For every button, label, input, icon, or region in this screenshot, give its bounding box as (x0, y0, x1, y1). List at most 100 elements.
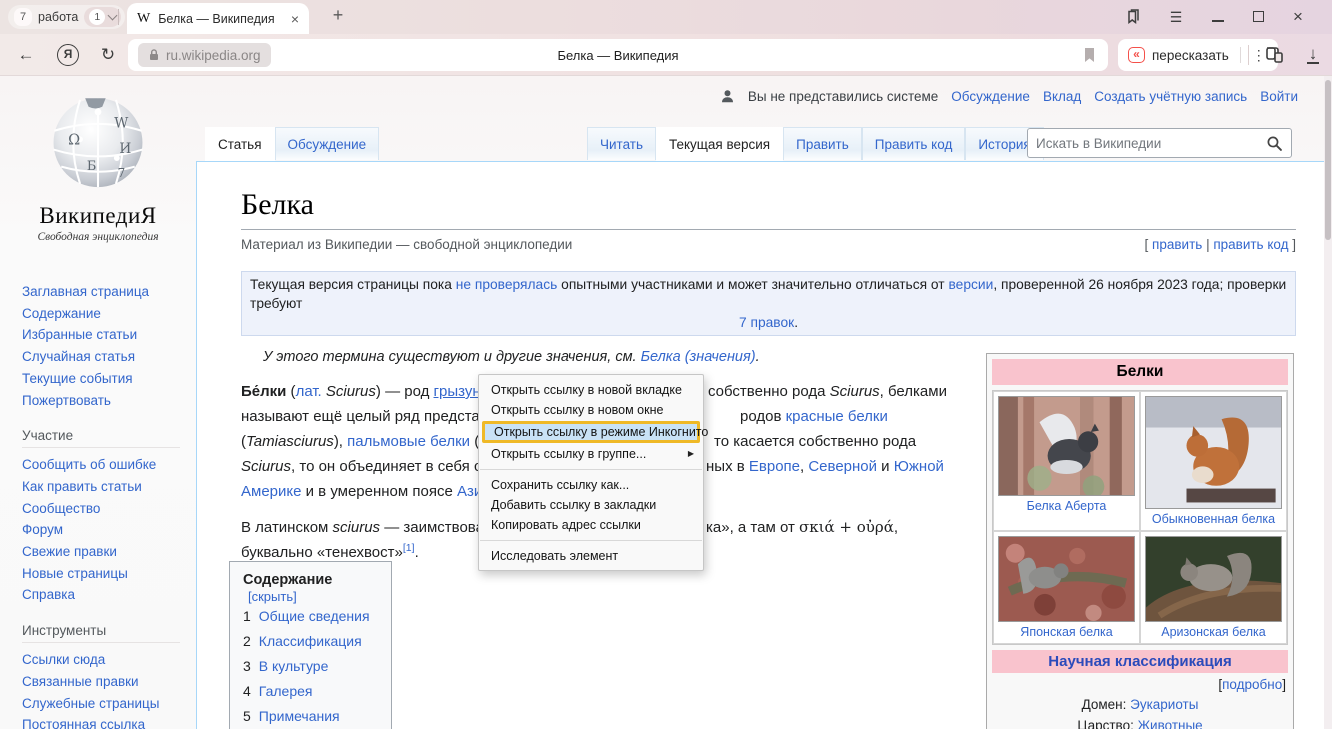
toc-item[interactable]: 5 Примечания (243, 704, 378, 729)
personal-link[interactable]: Создать учётную запись (1094, 89, 1247, 104)
classification-details-link[interactable]: [подробно] (992, 673, 1288, 694)
wikipedia-logo[interactable]: Ω W И Б 7 ВикипедиЯ Свободная энциклопед… (20, 88, 176, 243)
context-menu-item[interactable]: ▶ (480, 540, 702, 541)
toc-item-number: 1 (243, 608, 251, 624)
sidebar-link[interactable]: Пожертвовать (22, 390, 187, 412)
svg-text:И: И (119, 141, 131, 157)
wiki-tab[interactable]: Обсуждение (275, 127, 380, 160)
tab-group-pill[interactable]: 7 работа 1 (8, 5, 125, 29)
sidebar-link[interactable]: Сообщить об ошибке (22, 454, 187, 476)
new-tab-button[interactable]: + (325, 3, 351, 29)
photo-caption[interactable]: Аризонская белка (1161, 622, 1265, 641)
toc-item-link[interactable]: Общие сведения (259, 608, 370, 624)
sidebar-link[interactable]: Сообщество (22, 498, 187, 520)
window-maximize-button[interactable] (1238, 9, 1278, 25)
toc-item[interactable]: 1 Общие сведения (243, 604, 378, 629)
sidebar-section-title: Инструменты (22, 623, 180, 643)
bookmarks-panel-icon[interactable] (1110, 7, 1154, 27)
side-panels-icon[interactable] (1258, 34, 1290, 76)
tab-group-collapsed[interactable]: 1 (84, 7, 121, 27)
toolbar-divider (1248, 45, 1249, 65)
wiki-tab[interactable]: Править (783, 127, 862, 160)
sidebar-link[interactable]: Как править статьи (22, 476, 187, 498)
sidebar-link[interactable]: Избранные статьи (22, 324, 187, 346)
red-squirrel-photo[interactable] (1145, 396, 1282, 509)
wikipedia-globe-icon: Ω W И Б 7 (42, 88, 154, 194)
refresh-button[interactable]: ↻ (94, 34, 122, 76)
window-minimize-button[interactable] (1198, 9, 1238, 25)
address-bar[interactable]: Белка — Википедия ru.wikipedia.org (128, 39, 1108, 71)
context-menu-item[interactable]: Исследовать элемент ▶ (479, 546, 703, 566)
sidebar-link[interactable]: Справка (22, 584, 187, 606)
browser-tab-active[interactable]: W Белка — Википедия × (127, 3, 309, 34)
sidebar-link[interactable]: Служебные страницы (22, 693, 187, 715)
context-menu-item[interactable]: Добавить ссылку в закладки ▶ (479, 495, 703, 515)
back-button[interactable]: ← (12, 34, 40, 76)
toc-item-number: 5 (243, 708, 251, 724)
personal-link[interactable]: Вклад (1043, 89, 1081, 104)
sidebar-link[interactable]: Текущие события (22, 368, 187, 390)
wiki-tab[interactable]: Читать (587, 127, 656, 160)
downloads-button[interactable]: ↓ (1300, 34, 1326, 76)
sidebar-link[interactable]: Постоянная ссылка (22, 714, 187, 729)
personal-link[interactable]: Войти (1260, 89, 1298, 104)
toc-item[interactable]: 2Классификация (243, 629, 378, 654)
japanese-squirrel-photo[interactable] (998, 536, 1135, 622)
personal-link[interactable]: Обсуждение (951, 89, 1030, 104)
taxonomy-row: Царство: Животные (992, 715, 1288, 729)
toc-item-link[interactable]: В культуре (259, 658, 329, 674)
yandex-button[interactable]: Я (54, 34, 82, 76)
toc-item[interactable]: 4 Галерея (243, 679, 378, 704)
edit-links[interactable]: [ править | править код ] (1145, 237, 1296, 252)
bookmark-star-icon[interactable] (1083, 47, 1096, 63)
taxobox: Белки (986, 353, 1294, 729)
sidebar-link[interactable]: Форум (22, 519, 187, 541)
retell-button[interactable]: « пересказать ⋮ (1118, 39, 1278, 71)
sidebar-link[interactable]: Новые страницы (22, 563, 187, 585)
wiki-tab[interactable]: Текущая версия (656, 127, 783, 161)
sidebar-link[interactable]: Заглавная страница (22, 281, 187, 303)
wiki-tab[interactable]: Статья (205, 127, 275, 161)
wiki-tab[interactable]: Править код (862, 127, 966, 160)
sidebar-link[interactable]: Случайная статья (22, 346, 187, 368)
sidebar-link[interactable]: Связанные правки (22, 671, 187, 693)
photo-caption[interactable]: Обыкновенная белка (1152, 509, 1275, 528)
retell-label: пересказать (1152, 48, 1229, 63)
aberts-squirrel-photo[interactable] (998, 396, 1135, 496)
toc-item-link[interactable]: Классификация (259, 633, 362, 649)
sidebar-link[interactable]: Ссылки сюда (22, 649, 187, 671)
context-menu-item[interactable]: Открыть ссылку в группе... ▶ (479, 444, 703, 464)
tab-close-icon[interactable]: × (291, 11, 299, 27)
toc-item-link[interactable]: Галерея (259, 683, 313, 699)
chevron-down-icon (108, 11, 118, 21)
context-menu-item[interactable]: Открыть ссылку в режиме Инкогнито ▶ (482, 421, 700, 443)
context-menu-item[interactable]: Открыть ссылку в новом окне ▶ (479, 400, 703, 420)
arizona-squirrel-photo[interactable] (1145, 536, 1282, 622)
page-scrollbar[interactable] (1324, 76, 1332, 729)
wiki-search-box[interactable] (1027, 128, 1292, 158)
context-menu-item[interactable]: Открыть ссылку в новой вкладке ▶ (479, 380, 703, 400)
url-chip[interactable]: ru.wikipedia.org (138, 43, 271, 67)
scrollbar-thumb[interactable] (1325, 80, 1331, 240)
toc-item[interactable]: 3В культуре (243, 654, 378, 679)
taxonomy-value-link[interactable]: Животные (1138, 718, 1203, 729)
sidebar-link[interactable]: Содержание (22, 303, 187, 325)
photo-caption[interactable]: Белка Аберта (1027, 496, 1107, 515)
window-close-button[interactable]: × (1278, 7, 1318, 27)
sidebar-link[interactable]: Свежие правки (22, 541, 187, 563)
sidebar-section-participation: Сообщить об ошибкеКак править статьиСооб… (22, 454, 187, 606)
toc-item-link[interactable]: Примечания (259, 708, 340, 724)
photo-caption[interactable]: Японская белка (1020, 622, 1112, 641)
context-menu-item[interactable]: Копировать адрес ссылки ▶ (479, 515, 703, 535)
taxonomy-value-link[interactable]: Эукариоты (1130, 697, 1198, 712)
taxobox-title: Белки (992, 359, 1288, 385)
wiki-search-input[interactable] (1036, 136, 1266, 151)
context-menu-item[interactable]: Сохранить ссылку как... ▶ (479, 475, 703, 495)
context-menu-item[interactable]: ▶ (480, 469, 702, 470)
browser-menu-icon[interactable]: ☰ (1154, 9, 1198, 26)
search-icon[interactable] (1266, 135, 1283, 152)
tab-title: Белка — Википедия (158, 12, 283, 26)
toc-item-number: 4 (243, 683, 251, 699)
toc-hide-toggle[interactable]: [скрыть] (248, 589, 297, 604)
tab-strip-divider (118, 9, 119, 25)
